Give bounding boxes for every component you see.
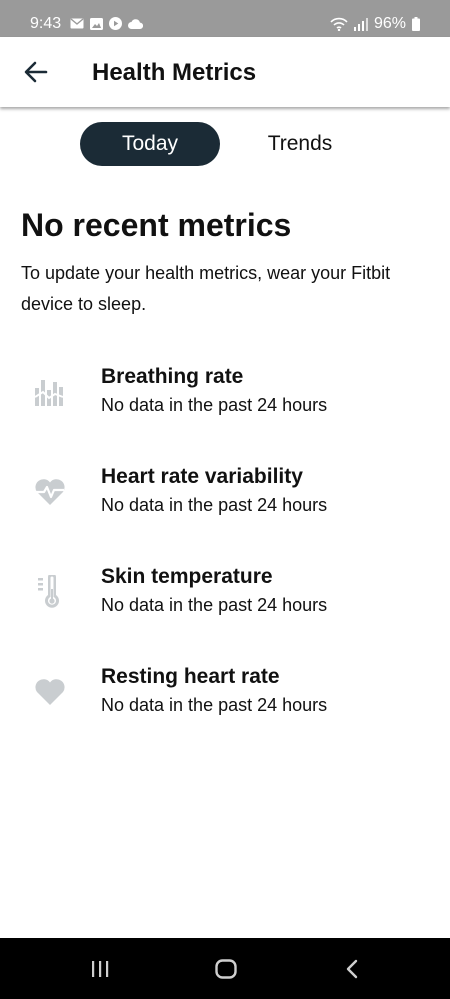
play-circle-icon	[109, 17, 122, 30]
cloud-icon	[128, 18, 143, 29]
metric-status: No data in the past 24 hours	[101, 695, 328, 715]
metric-breathing-rate[interactable]: Breathing rate No data in the past 24 ho…	[0, 362, 450, 442]
heart-rate-variability-icon	[30, 472, 70, 512]
thermometer-icon	[30, 572, 70, 612]
metric-name: Heart rate variability	[101, 465, 303, 488]
status-time: 9:43	[30, 15, 62, 32]
app-bar: Health Metrics	[0, 37, 450, 107]
metric-name: Skin temperature	[101, 565, 273, 588]
metric-skin-temperature[interactable]: Skin temperature No data in the past 24 …	[0, 562, 450, 642]
metric-name: Breathing rate	[101, 365, 244, 388]
image-icon	[90, 17, 103, 30]
battery-percent: 96%	[373, 15, 406, 32]
metric-status: No data in the past 24 hours	[101, 395, 328, 415]
metric-heart-rate-variability[interactable]: Heart rate variability No data in the pa…	[0, 462, 450, 542]
metric-resting-heart-rate[interactable]: Resting heart rate No data in the past 2…	[0, 662, 450, 742]
back-button[interactable]	[18, 54, 54, 90]
nav-back-button[interactable]	[332, 952, 372, 986]
recent-apps-button[interactable]	[80, 952, 120, 986]
battery-icon	[412, 17, 420, 31]
tab-bar: Today Trends	[80, 122, 370, 166]
section-description: To update your health metrics, wear your…	[21, 263, 391, 314]
nav-back-icon	[346, 959, 358, 979]
section-heading: No recent metrics	[21, 207, 292, 243]
heart-icon	[30, 672, 70, 712]
back-arrow-icon	[24, 61, 48, 83]
wifi-icon	[330, 17, 348, 31]
notification-icons	[70, 17, 143, 30]
tab-trends[interactable]: Trends	[230, 122, 370, 166]
signal-icon	[353, 17, 368, 31]
metric-name: Resting heart rate	[101, 665, 280, 688]
recent-apps-icon	[92, 961, 109, 977]
home-button[interactable]	[206, 952, 246, 986]
metric-status: No data in the past 24 hours	[101, 495, 328, 515]
status-bar: 9:43 96%	[0, 0, 450, 37]
status-right: 96%	[330, 15, 420, 33]
home-icon	[215, 959, 237, 979]
system-nav-bar	[0, 938, 450, 999]
page-title: Health Metrics	[92, 59, 257, 86]
breathing-rate-icon	[30, 372, 70, 412]
mail-icon	[70, 18, 84, 29]
metric-status: No data in the past 24 hours	[101, 595, 328, 615]
tab-today[interactable]: Today	[80, 122, 220, 166]
